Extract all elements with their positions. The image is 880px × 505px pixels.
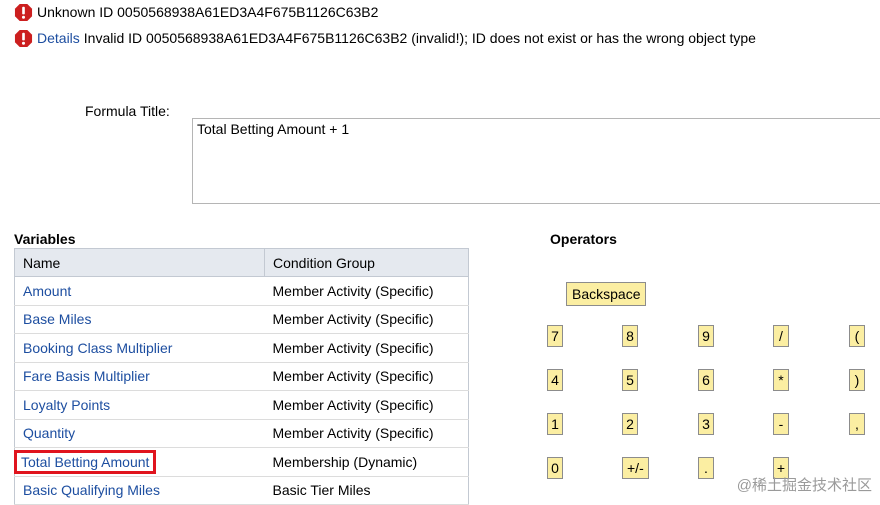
- condition-group-cell: Member Activity (Specific): [264, 419, 469, 448]
- variable-link[interactable]: Base Miles: [23, 311, 91, 327]
- formula-title-input[interactable]: [192, 118, 880, 204]
- operator-key-1[interactable]: 1: [547, 413, 563, 435]
- operator-key-3[interactable]: 3: [698, 413, 714, 435]
- operator-key-5[interactable]: 5: [622, 369, 638, 391]
- error-icon: [14, 3, 33, 21]
- table-row-highlighted: Total Betting Amount Membership (Dynamic…: [13, 447, 469, 477]
- operator-key-comma[interactable]: ,: [849, 413, 865, 435]
- operator-key-close-paren[interactable]: ): [849, 369, 865, 391]
- operator-key-4[interactable]: 4: [547, 369, 563, 391]
- condition-group-cell: Member Activity (Specific): [264, 362, 469, 391]
- table-row: Loyalty Points Member Activity (Specific…: [14, 390, 469, 420]
- variable-link[interactable]: Amount: [23, 283, 71, 299]
- operator-key-6[interactable]: 6: [698, 369, 714, 391]
- details-link[interactable]: Details: [37, 30, 80, 46]
- operator-key-7[interactable]: 7: [547, 325, 563, 347]
- table-row: Basic Qualifying Miles Basic Tier Miles: [14, 476, 469, 505]
- variable-link[interactable]: Basic Qualifying Miles: [23, 482, 160, 498]
- table-header-row: Name Condition Group: [14, 248, 469, 277]
- operator-key-minus[interactable]: -: [773, 413, 789, 435]
- error-icon: [14, 29, 33, 47]
- table-row: Fare Basis Multiplier Member Activity (S…: [14, 362, 469, 391]
- operator-key-0[interactable]: 0: [547, 457, 563, 479]
- variable-link[interactable]: Fare Basis Multiplier: [23, 368, 150, 384]
- operator-key-8[interactable]: 8: [622, 325, 638, 347]
- table-row: Quantity Member Activity (Specific): [14, 419, 469, 448]
- condition-group-cell: Member Activity (Specific): [264, 390, 469, 420]
- table-row: Amount Member Activity (Specific): [14, 276, 469, 306]
- formula-title-label: Formula Title:: [85, 103, 170, 119]
- condition-group-cell: Member Activity (Specific): [264, 276, 469, 306]
- variable-link[interactable]: Loyalty Points: [23, 397, 110, 413]
- operator-key-divide[interactable]: /: [773, 325, 789, 347]
- operator-key-open-paren[interactable]: (: [849, 325, 865, 347]
- table-row: Base Miles Member Activity (Specific): [14, 305, 469, 334]
- error-message-text: Invalid ID 0050568938A61ED3A4F675B1126C6…: [83, 30, 756, 46]
- condition-group-cell: Member Activity (Specific): [264, 333, 469, 363]
- backspace-button[interactable]: Backspace: [566, 282, 647, 306]
- operators-title: Operators: [550, 231, 617, 247]
- condition-group-cell: Member Activity (Specific): [264, 305, 469, 334]
- column-header-name[interactable]: Name: [14, 248, 265, 277]
- error-message-unknown-id: Unknown ID 0050568938A61ED3A4F675B1126C6…: [14, 2, 378, 22]
- variables-table: Name Condition Group Amount Member Activ…: [13, 248, 469, 505]
- operator-key-multiply[interactable]: *: [773, 369, 789, 391]
- variable-link[interactable]: Quantity: [23, 425, 75, 441]
- error-message-invalid-id: Details Invalid ID 0050568938A61ED3A4F67…: [14, 28, 756, 48]
- condition-group-cell: Membership (Dynamic): [264, 447, 469, 477]
- operator-key-decimal[interactable]: .: [698, 457, 714, 479]
- condition-group-cell: Basic Tier Miles: [264, 476, 469, 505]
- variable-link-highlighted[interactable]: Total Betting Amount: [13, 449, 157, 474]
- variables-title: Variables: [14, 231, 76, 247]
- watermark: @稀土掘金技术社区: [736, 477, 872, 494]
- operator-key-9[interactable]: 9: [698, 325, 714, 347]
- column-header-condition-group[interactable]: Condition Group: [264, 248, 469, 277]
- table-row: Booking Class Multiplier Member Activity…: [14, 333, 469, 363]
- operator-key-2[interactable]: 2: [622, 413, 638, 435]
- variable-link[interactable]: Booking Class Multiplier: [23, 340, 172, 356]
- error-message-text: Unknown ID 0050568938A61ED3A4F675B1126C6…: [37, 4, 379, 20]
- operator-key-plus-minus[interactable]: +/-: [622, 457, 649, 479]
